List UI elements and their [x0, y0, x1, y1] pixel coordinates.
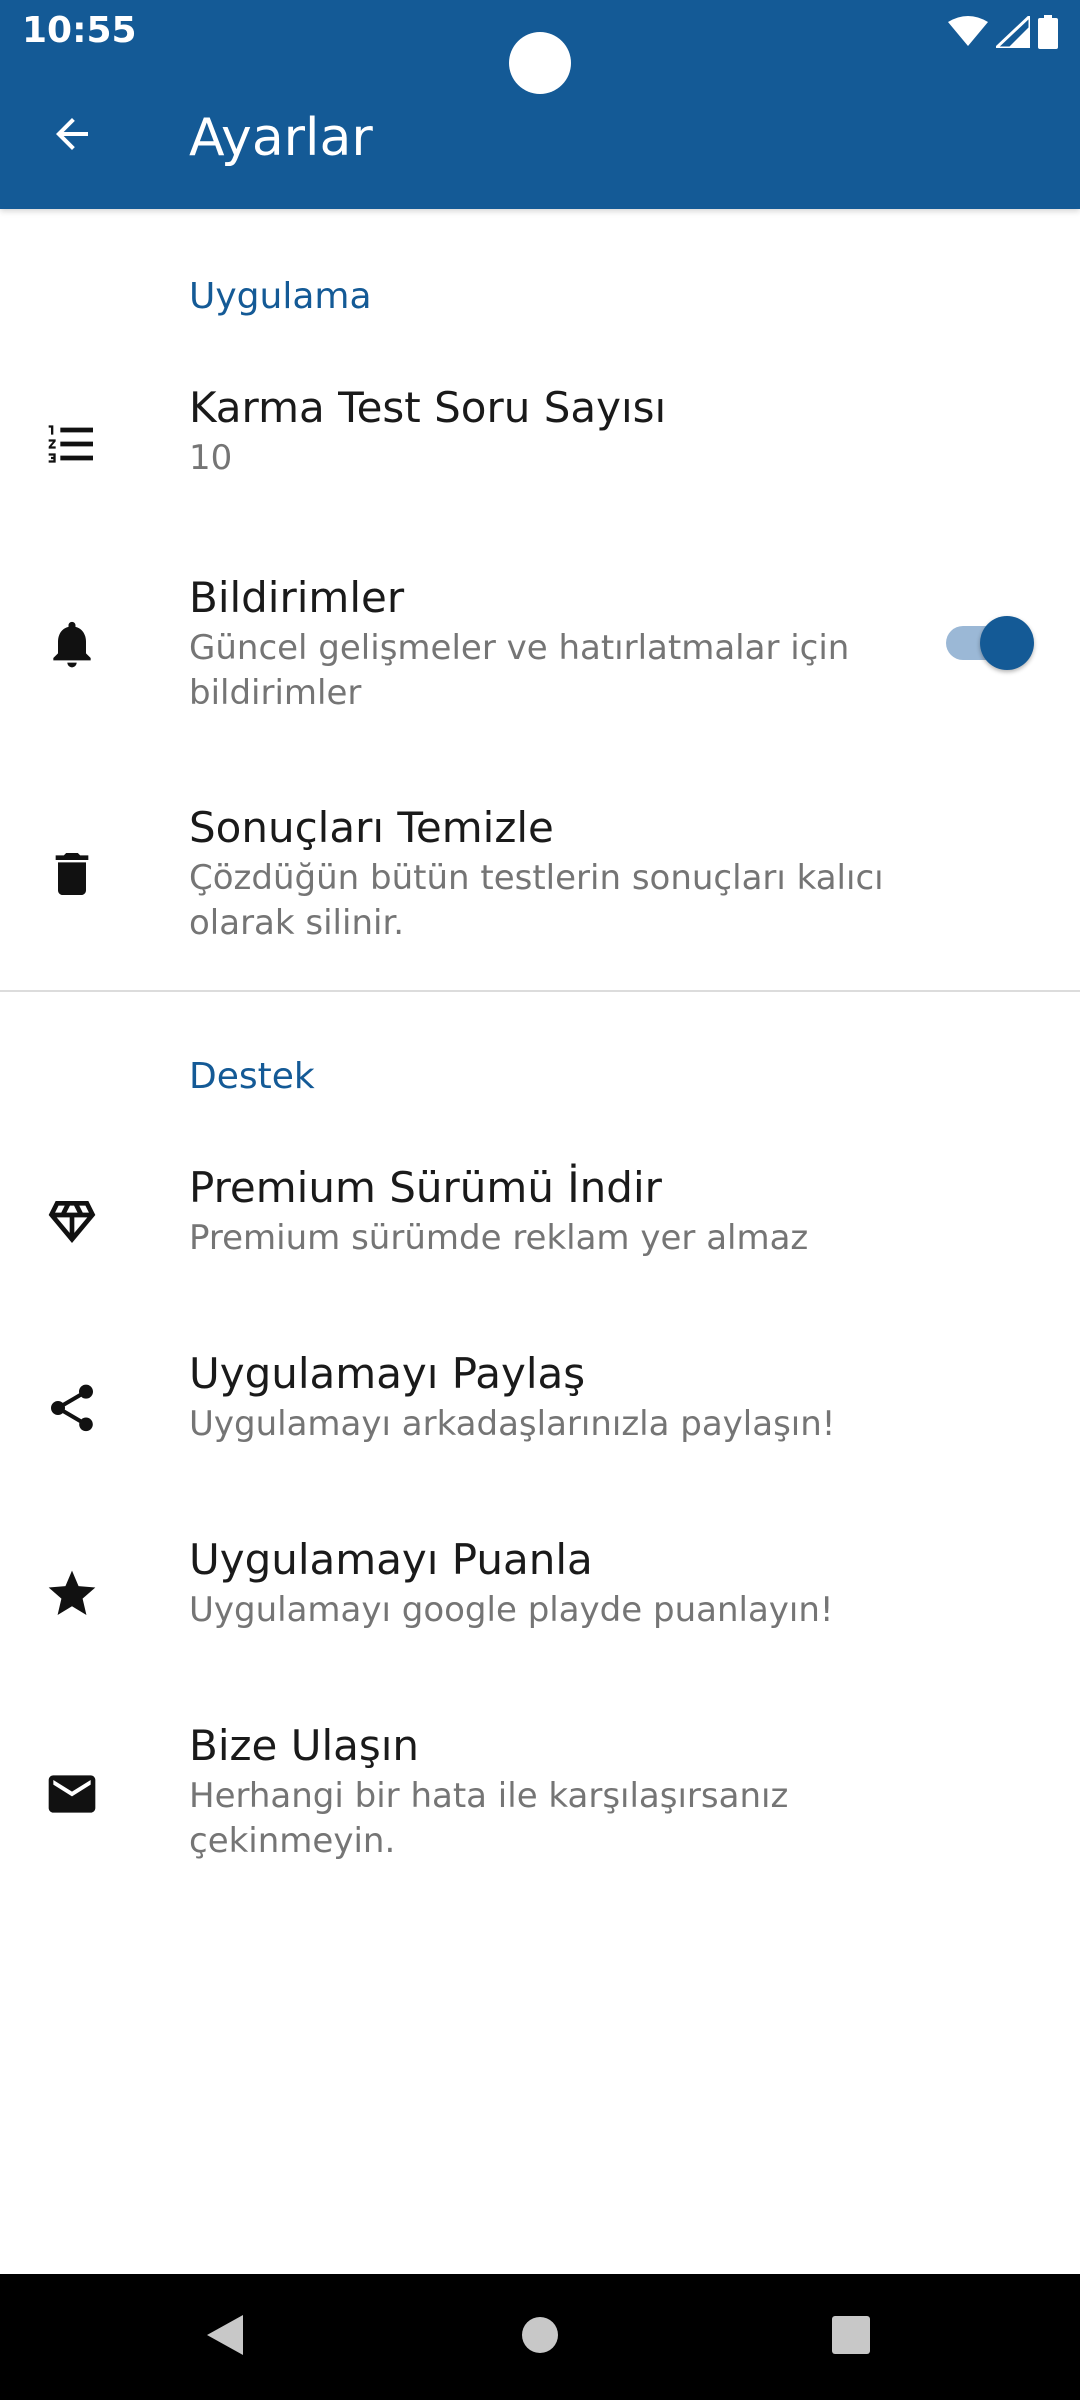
recents-square-icon	[831, 2315, 871, 2359]
pref-title: Premium Sürümü İndir	[189, 1163, 662, 1212]
pref-question-count[interactable]: Karma Test Soru Sayısı 10	[0, 370, 1080, 500]
pref-title: Uygulamayı Paylaş	[189, 1349, 586, 1398]
share-icon	[42, 1378, 102, 1438]
trash-icon	[42, 844, 102, 904]
bell-icon	[42, 614, 102, 674]
pref-contact[interactable]: Bize Ulaşın Herhangi bir hata ile karşıl…	[0, 1708, 1080, 1868]
pref-summary: Herhangi bir hata ile karşılaşırsanız çe…	[189, 1776, 789, 1861]
pref-summary: Uygulamayı arkadaşlarınızla paylaşın!	[189, 1404, 836, 1444]
pref-summary: Çözdüğün bütün testlerin sonuçları kalıc…	[189, 858, 884, 943]
home-circle-icon	[520, 2315, 560, 2359]
signal-icon	[996, 16, 1030, 48]
pref-rate[interactable]: Uygulamayı Puanla Uygulamayı google play…	[0, 1522, 1080, 1652]
wifi-icon	[948, 16, 988, 48]
arrow-back-icon	[48, 110, 96, 162]
status-time: 10:55	[22, 10, 137, 51]
section-header-app: Uygulama	[189, 276, 372, 317]
pref-notifications[interactable]: Bildirimler Güncel gelişmeler ve hatırla…	[0, 560, 1080, 720]
page-title: Ayarlar	[189, 108, 373, 168]
pref-title: Karma Test Soru Sayısı	[189, 383, 667, 432]
pref-title: Bildirimler	[189, 573, 405, 622]
star-icon	[42, 1564, 102, 1624]
pref-summary: 10	[189, 438, 233, 478]
pref-title: Sonuçları Temizle	[189, 803, 554, 852]
pref-title: Bize Ulaşın	[189, 1721, 420, 1770]
camera-cutout	[509, 32, 571, 94]
pref-summary: Premium sürümde reklam yer almaz	[189, 1218, 809, 1258]
nav-recents-button[interactable]	[816, 2302, 886, 2372]
pref-share[interactable]: Uygulamayı Paylaş Uygulamayı arkadaşları…	[0, 1336, 1080, 1466]
status-icons	[948, 14, 1058, 50]
top-app-bar: 10:55 Ayarlar	[0, 0, 1080, 209]
pref-summary: Uygulamayı google playde puanlayın!	[189, 1590, 834, 1630]
pref-premium[interactable]: Premium Sürümü İndir Premium sürümde rek…	[0, 1150, 1080, 1280]
section-divider	[0, 990, 1080, 992]
back-triangle-icon	[203, 2313, 247, 2361]
system-navigation-bar	[0, 2274, 1080, 2400]
section-header-support: Destek	[189, 1056, 315, 1097]
notifications-toggle[interactable]	[946, 616, 1034, 670]
diamond-icon	[42, 1192, 102, 1252]
format-list-numbered-icon	[42, 414, 102, 474]
pref-summary: Güncel gelişmeler ve hatırlatmalar için …	[189, 628, 850, 713]
pref-clear-results[interactable]: Sonuçları Temizle Çözdüğün bütün testler…	[0, 790, 1080, 950]
nav-home-button[interactable]	[505, 2302, 575, 2372]
mail-icon	[42, 1764, 102, 1824]
pref-title: Uygulamayı Puanla	[189, 1535, 593, 1584]
toggle-knob	[980, 616, 1034, 670]
battery-icon	[1038, 15, 1058, 49]
back-button[interactable]	[36, 100, 108, 172]
nav-back-button[interactable]	[190, 2302, 260, 2372]
